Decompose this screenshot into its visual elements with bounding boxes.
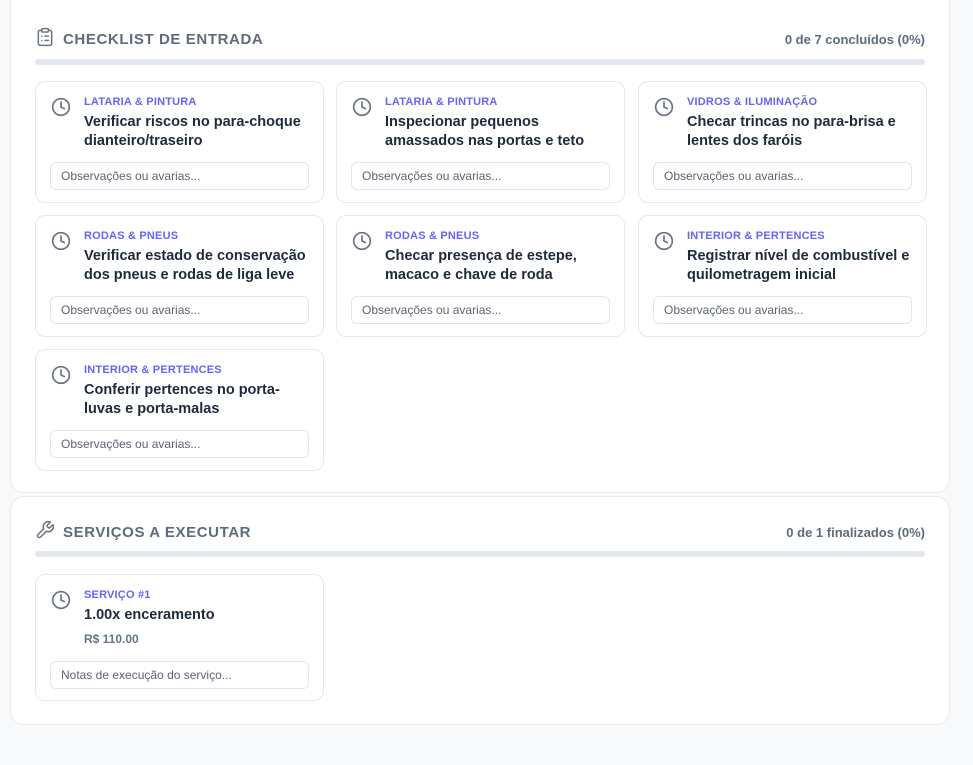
observation-input[interactable] <box>653 296 912 324</box>
item-title: Inspecionar pequenos amassados nas porta… <box>385 114 585 149</box>
item-category: INTERIOR & PERTENCES <box>84 364 222 376</box>
checklist-item-card: RODAS & PNEUS Checar presença de estepe,… <box>336 215 625 337</box>
clock-icon <box>51 590 71 610</box>
observation-input[interactable] <box>50 430 309 458</box>
item-title: Verificar estado de conservação dos pneu… <box>84 248 306 283</box>
item-category: VIDROS & ILUMINAÇÃO <box>687 96 818 108</box>
clock-icon <box>51 231 71 251</box>
services-header: SERVIÇOS A EXECUTAR 0 de 1 finalizados (… <box>35 520 925 544</box>
services-panel: SERVIÇOS A EXECUTAR 0 de 1 finalizados (… <box>10 496 950 725</box>
item-category: INTERIOR & PERTENCES <box>687 230 825 242</box>
wrench-icon <box>35 520 55 544</box>
services-progress-bar <box>35 551 925 557</box>
checklist-item-card: INTERIOR & PERTENCES Conferir pertences … <box>35 349 324 471</box>
observation-input[interactable] <box>351 162 610 190</box>
service-price: R$ 110.00 <box>84 632 139 646</box>
item-title: Conferir pertences no porta-luvas e port… <box>84 382 280 417</box>
observation-input[interactable] <box>653 162 912 190</box>
checklist-item-card: VIDROS & ILUMINAÇÃO Checar trincas no pa… <box>638 81 927 203</box>
checklist-title: CHECKLIST DE ENTRADA <box>63 30 264 48</box>
service-notes-input[interactable] <box>50 661 309 689</box>
clock-icon <box>352 97 372 117</box>
checklist-item-card: INTERIOR & PERTENCES Registrar nível de … <box>638 215 927 337</box>
services-progress-text: 0 de 1 finalizados (0%) <box>786 524 925 540</box>
clock-icon <box>654 97 674 117</box>
item-category: LATARIA & PINTURA <box>84 96 197 108</box>
service-item-card: SERVIÇO #1 1.00x enceramento R$ 110.00 <box>35 574 324 701</box>
item-title: Checar trincas no para-brisa e lentes do… <box>687 114 896 149</box>
checklist-title-group: CHECKLIST DE ENTRADA <box>35 27 263 51</box>
services-title: SERVIÇOS A EXECUTAR <box>63 523 252 541</box>
observation-input[interactable] <box>351 296 610 324</box>
item-title: Checar presença de estepe, macaco e chav… <box>385 248 577 283</box>
service-title: 1.00x enceramento <box>84 607 215 623</box>
checklist-header: CHECKLIST DE ENTRADA 0 de 7 concluídos (… <box>35 27 925 51</box>
clipboard-list-icon <box>35 27 55 51</box>
checklist-progress-bar <box>35 59 925 65</box>
item-title: Verificar riscos no para-choque dianteir… <box>84 114 301 149</box>
clock-icon <box>654 231 674 251</box>
clock-icon <box>51 365 71 385</box>
clock-icon <box>352 231 372 251</box>
observation-input[interactable] <box>50 296 309 324</box>
item-title: Registrar nível de combustível e quilome… <box>687 248 910 283</box>
item-category: RODAS & PNEUS <box>385 230 480 242</box>
checklist-item-card: LATARIA & PINTURA Inspecionar pequenos a… <box>336 81 625 203</box>
services-title-group: SERVIÇOS A EXECUTAR <box>35 520 251 544</box>
item-category: LATARIA & PINTURA <box>385 96 498 108</box>
checklist-item-card: LATARIA & PINTURA Verificar riscos no pa… <box>35 81 324 203</box>
clock-icon <box>51 97 71 117</box>
checklist-panel: CHECKLIST DE ENTRADA 0 de 7 concluídos (… <box>10 0 950 493</box>
observation-input[interactable] <box>50 162 309 190</box>
item-category: RODAS & PNEUS <box>84 230 179 242</box>
service-number: SERVIÇO #1 <box>84 589 151 601</box>
checklist-progress-text: 0 de 7 concluídos (0%) <box>784 31 925 47</box>
checklist-item-card: RODAS & PNEUS Verificar estado de conser… <box>35 215 324 337</box>
